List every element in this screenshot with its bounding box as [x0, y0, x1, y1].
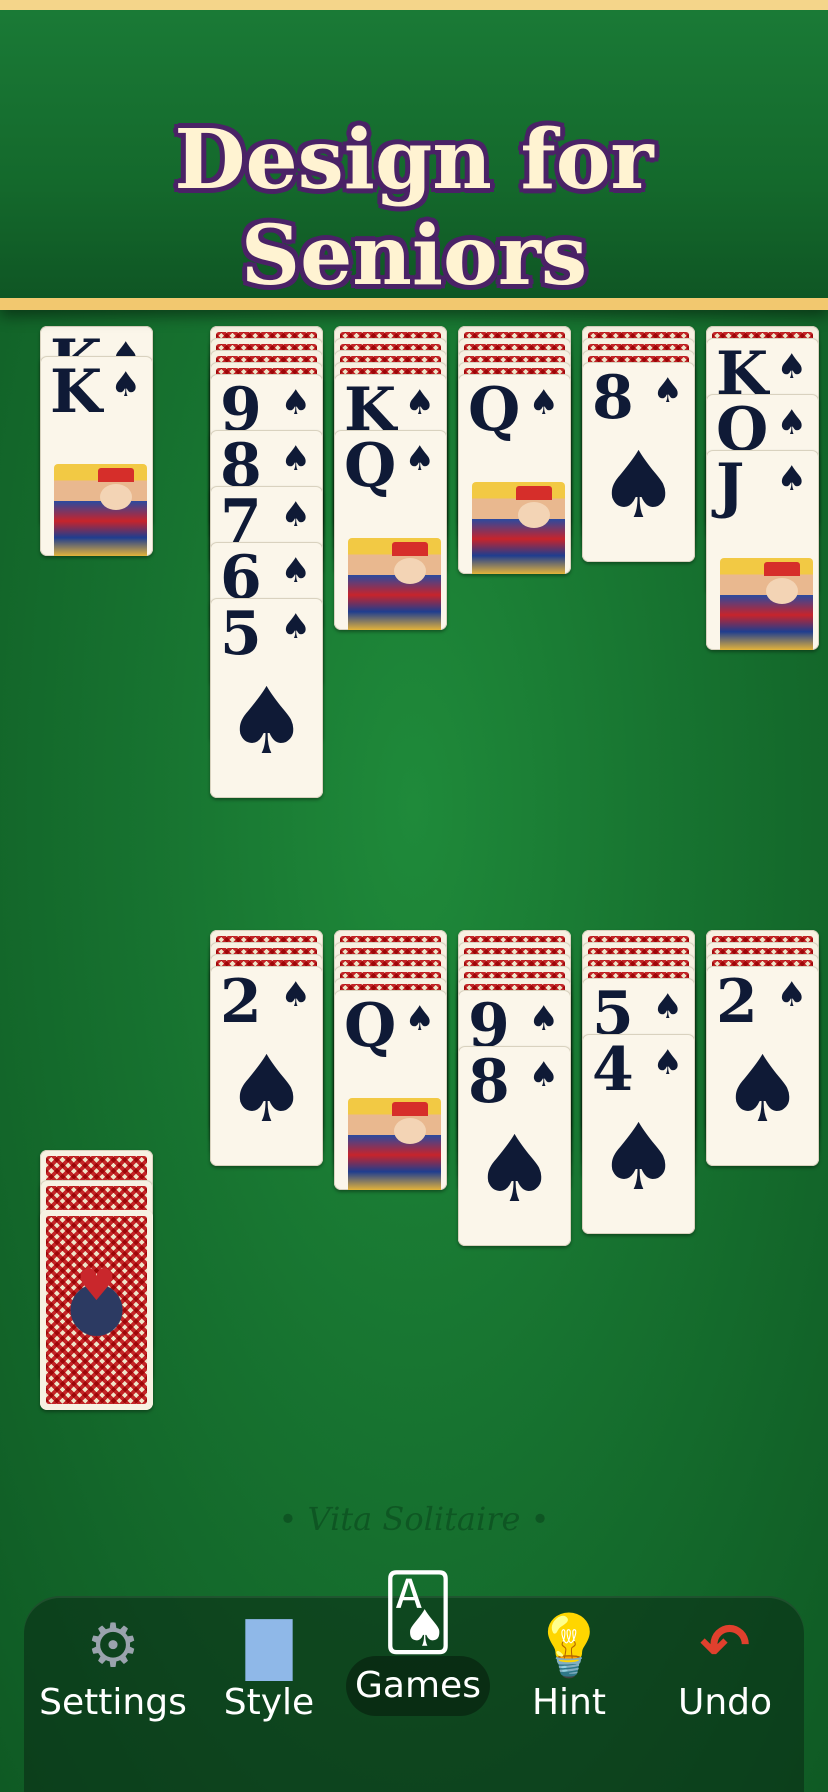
playing-card[interactable]: 2 ♠ ♠	[706, 966, 819, 1166]
playing-card[interactable]: 8 ♠ ♠	[458, 1046, 571, 1246]
card-rank: K	[50, 357, 103, 427]
spade-icon: ♠	[404, 439, 435, 479]
card-rank: 8	[468, 1047, 510, 1117]
undo-label: Undo	[677, 1682, 773, 1723]
court-figure-icon	[720, 558, 813, 650]
playing-card[interactable]: 2 ♠ ♠	[210, 966, 323, 1166]
spade-icon: ♠	[280, 495, 311, 535]
spade-icon: ♠	[776, 975, 807, 1015]
undo-arrow-icon: ↶	[699, 1611, 751, 1681]
spade-icon: ♠	[776, 403, 807, 443]
court-figure-icon	[348, 538, 441, 630]
court-figure-icon	[54, 464, 147, 556]
card-rank: Q	[468, 375, 521, 445]
spade-icon: ♠	[528, 383, 559, 423]
spade-icon: ♠	[652, 371, 683, 411]
spade-pip-icon: ♠	[473, 1116, 556, 1223]
playing-card[interactable]: Q ♠	[334, 430, 447, 630]
playing-card[interactable]: Q ♠	[458, 374, 571, 574]
spade-icon: ♠	[280, 975, 311, 1015]
hint-label: Hint	[531, 1682, 606, 1723]
gear-icon: ⚙	[86, 1611, 140, 1681]
card-rank: J	[716, 451, 745, 521]
promo-banner: Design for Seniors	[0, 0, 828, 310]
style-button[interactable]: ▇ Style	[194, 1596, 344, 1786]
card-rank: 2	[716, 967, 758, 1037]
foundation-king[interactable]: K ♠	[40, 356, 153, 556]
spade-icon: ♠	[404, 383, 435, 423]
hint-button[interactable]: 💡 Hint	[494, 1596, 644, 1786]
playing-card[interactable]: J ♠	[706, 450, 819, 650]
spade-icon: ♠	[776, 347, 807, 387]
card-rank: 4	[592, 1035, 634, 1105]
spade-icon: ♠	[528, 999, 559, 1039]
settings-button[interactable]: ⚙ Settings	[38, 1596, 188, 1786]
lightbulb-icon: 💡	[531, 1611, 607, 1681]
card-rank: 5	[220, 599, 262, 669]
spade-icon: ♠	[280, 383, 311, 423]
spade-pip-icon: ♠	[225, 1036, 308, 1143]
stock-pile[interactable]: ♥	[40, 1210, 153, 1410]
heart-icon: ♥	[76, 1260, 117, 1311]
cards-icon: 🂡	[381, 1570, 455, 1654]
card-rank: Q	[344, 991, 397, 1061]
spade-pip-icon: ♠	[597, 1104, 680, 1211]
spade-icon: ♠	[652, 1043, 683, 1083]
spade-icon: ♠	[776, 459, 807, 499]
spade-icon: ♠	[280, 439, 311, 479]
bottom-toolbar: ⚙ Settings ▇ Style 🂡 Games 💡 Hint ↶ Undo	[24, 1576, 804, 1792]
settings-label: Settings	[39, 1682, 187, 1723]
banner-title: Design for Seniors	[174, 112, 654, 304]
style-label: Style	[223, 1682, 315, 1723]
spade-pip-icon: ♠	[721, 1036, 804, 1143]
card-rank: 8	[592, 363, 634, 433]
court-figure-icon	[348, 1098, 441, 1190]
playing-card[interactable]: 5 ♠ ♠	[210, 598, 323, 798]
spade-icon: ♠	[652, 987, 683, 1027]
spade-icon: ♠	[528, 1055, 559, 1095]
games-button[interactable]: 🂡 Games	[338, 1576, 498, 1786]
spade-icon: ♠	[280, 607, 311, 647]
card-rank: 2	[220, 967, 262, 1037]
undo-button[interactable]: ↶ Undo	[650, 1596, 800, 1786]
card-rank: Q	[344, 431, 397, 501]
playing-card[interactable]: Q ♠	[334, 990, 447, 1190]
spade-icon: ♠	[280, 551, 311, 591]
playing-card[interactable]: 8 ♠ ♠	[582, 362, 695, 562]
playing-card[interactable]: 4 ♠ ♠	[582, 1034, 695, 1234]
spade-pip-icon: ♠	[597, 432, 680, 539]
spade-icon: ♠	[404, 999, 435, 1039]
vita-solitaire-watermark: • Vita Solitaire •	[278, 1500, 550, 1538]
paint-brush-icon: ▇	[245, 1611, 293, 1681]
spade-pip-icon: ♠	[225, 668, 308, 775]
games-label: Games	[346, 1656, 490, 1716]
court-figure-icon	[472, 482, 565, 574]
spade-icon: ♠	[110, 365, 141, 405]
